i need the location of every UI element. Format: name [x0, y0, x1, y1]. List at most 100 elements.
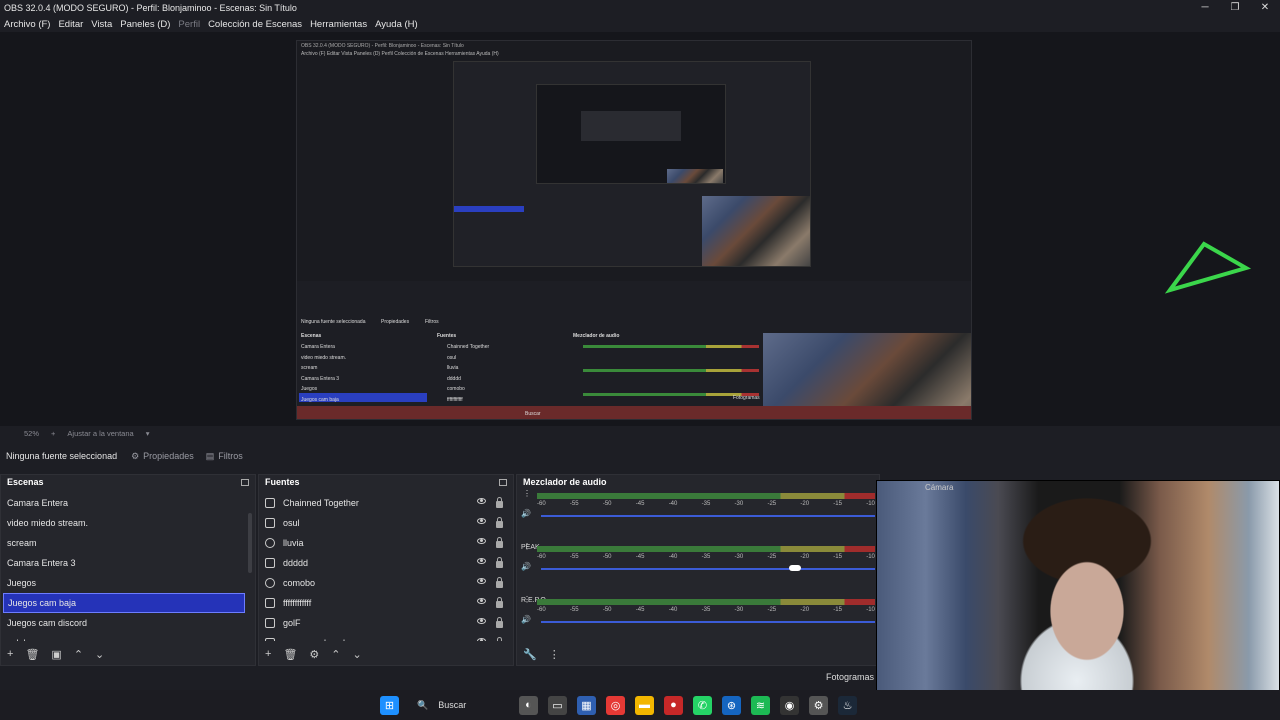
eye-icon[interactable] — [477, 538, 486, 544]
eye-icon[interactable] — [477, 498, 486, 504]
filters-button[interactable]: ▤ Filtros — [206, 451, 243, 462]
eye-icon[interactable] — [477, 558, 486, 564]
source-item[interactable]: Chainned Together — [261, 493, 503, 513]
menu-docks[interactable]: Paneles (D) — [120, 19, 170, 30]
volume-slider[interactable] — [541, 621, 875, 623]
menu-file[interactable]: Archivo (F) — [4, 19, 50, 30]
nested-source-item: comobo — [447, 386, 465, 392]
speaker-icon[interactable]: 🔊 — [521, 615, 531, 624]
channel-menu-icon[interactable]: ⋮ — [523, 542, 531, 551]
undock-icon[interactable] — [241, 478, 249, 486]
source-item[interactable]: ffffffffffff — [261, 593, 503, 613]
scene-item[interactable]: video miedo stream. — [3, 513, 245, 533]
whatsapp-icon[interactable]: ✆ — [693, 695, 712, 715]
mixer-wrench-icon[interactable]: 🔧 — [523, 648, 537, 661]
store-icon[interactable]: ▦ — [577, 695, 596, 715]
camera-dock: Cámara — [876, 480, 1280, 694]
source-item[interactable]: comobo — [261, 573, 503, 593]
scene-item[interactable]: Camara Entera — [3, 493, 245, 513]
eye-icon[interactable] — [477, 638, 486, 641]
tick-label: -10 — [866, 607, 875, 613]
trash-icon[interactable]: 🗑 — [283, 648, 297, 661]
source-item[interactable]: ddddd — [261, 553, 503, 573]
lock-icon[interactable] — [496, 617, 503, 628]
menu-view[interactable]: Vista — [91, 19, 112, 30]
nested-sources-header: Fuentes — [437, 333, 457, 339]
scene-item[interactable]: Juegos — [3, 573, 245, 593]
undock-icon[interactable] — [499, 478, 507, 486]
lock-icon[interactable] — [496, 577, 503, 588]
scene-item[interactable]: Camara Entera 3 — [3, 553, 245, 573]
eye-icon[interactable] — [477, 598, 486, 604]
gear-icon: ⚙ — [131, 450, 140, 461]
scene-item[interactable]: celular — [3, 633, 245, 641]
channel-menu-icon[interactable]: ⋮ — [523, 595, 531, 604]
menu-edit[interactable]: Editar — [58, 19, 83, 30]
spotify-icon[interactable]: ≋ — [751, 695, 770, 715]
move-down-icon[interactable]: ⌄ — [353, 648, 362, 661]
source-controls — [477, 497, 503, 508]
lock-icon[interactable] — [496, 517, 503, 528]
trash-icon[interactable]: 🗑 — [25, 648, 39, 661]
source-item[interactable]: osul — [261, 513, 503, 533]
eye-icon[interactable] — [477, 578, 486, 584]
scenes-scrollbar[interactable] — [248, 513, 252, 573]
taskbar: ⊞ 🔍 Buscar ◐ ▭ ▦ ◎ ▬ ● ✆ ⊛ ≋ ◉ ⚙ ♨ — [0, 690, 1280, 720]
taskbar-search[interactable]: 🔍 Buscar — [409, 694, 509, 716]
source-item[interactable]: lluvia — [261, 533, 503, 553]
fit-window-label[interactable]: Ajustar a la ventana — [67, 429, 133, 438]
settings-icon[interactable]: ⚙ — [809, 695, 828, 715]
maximize-button[interactable]: ❐ — [1220, 0, 1250, 16]
move-down-icon[interactable]: ⌄ — [95, 648, 104, 661]
volume-slider[interactable] — [541, 515, 875, 517]
recorder-icon[interactable]: ● — [664, 695, 683, 715]
nested-meter-1 — [583, 345, 759, 348]
obs-icon[interactable]: ◉ — [780, 695, 799, 715]
scene-item[interactable]: Juegos cam discord — [3, 613, 245, 633]
scene-item[interactable]: scream — [3, 533, 245, 553]
volume-knob[interactable] — [788, 565, 801, 571]
eye-icon[interactable] — [477, 518, 486, 524]
eye-icon[interactable] — [477, 618, 486, 624]
steam-icon[interactable]: ♨ — [838, 695, 857, 715]
menu-tools[interactable]: Herramientas — [310, 19, 367, 30]
zoom-level[interactable]: 52% — [24, 429, 39, 438]
nested-mixer-header: Mezclador de audio — [573, 333, 620, 339]
gear-icon[interactable]: ⚙ — [309, 648, 319, 661]
minimize-button[interactable]: ─ — [1190, 0, 1220, 16]
add-scene-button[interactable]: + — [7, 648, 13, 660]
display-capture-icon — [265, 618, 275, 628]
speaker-icon[interactable]: 🔊 — [521, 562, 531, 571]
zoom-in-icon[interactable]: + — [51, 429, 55, 438]
close-button[interactable]: ✕ — [1250, 0, 1280, 16]
move-up-icon[interactable]: ⌃ — [74, 648, 83, 661]
app-icon[interactable]: ⊛ — [722, 695, 741, 715]
folder-icon[interactable]: ▬ — [635, 695, 654, 715]
speaker-icon[interactable]: 🔊 — [521, 509, 531, 518]
menu-scene-collection[interactable]: Colección de Escenas — [208, 19, 302, 30]
lock-icon[interactable] — [496, 557, 503, 568]
source-item[interactable]: golF — [261, 613, 503, 633]
scene-item[interactable]: Juegos cam baja — [3, 593, 245, 613]
scene-label: Juegos cam discord — [7, 618, 88, 628]
channel-menu-icon[interactable]: ⋮ — [523, 489, 531, 498]
lock-icon[interactable] — [496, 537, 503, 548]
windows-start-icon[interactable]: ⊞ — [380, 695, 399, 715]
add-source-button[interactable]: + — [265, 648, 271, 660]
move-up-icon[interactable]: ⌃ — [331, 648, 340, 661]
properties-button[interactable]: ⚙ Propiedades — [131, 451, 194, 462]
volume-meter — [537, 599, 875, 605]
scene-filters-icon[interactable]: ▣ — [51, 648, 61, 661]
zoom-bar: 52% + Ajustar a la ventana ▾ — [0, 426, 1280, 440]
task-view-icon[interactable]: ▭ — [548, 695, 567, 715]
chrome-icon[interactable]: ◎ — [606, 695, 625, 715]
source-item[interactable]: one armed cook — [261, 633, 503, 641]
lock-icon[interactable] — [496, 597, 503, 608]
chevron-down-icon[interactable]: ▾ — [146, 429, 150, 438]
mixer-menu-icon[interactable]: ⋮ — [549, 648, 560, 661]
menu-profile[interactable]: Perfil — [178, 19, 200, 30]
volume-slider[interactable] — [541, 568, 875, 570]
menu-help[interactable]: Ayuda (H) — [375, 19, 418, 30]
widget-icon[interactable]: ◐ — [519, 695, 538, 715]
lock-icon[interactable] — [496, 497, 503, 508]
